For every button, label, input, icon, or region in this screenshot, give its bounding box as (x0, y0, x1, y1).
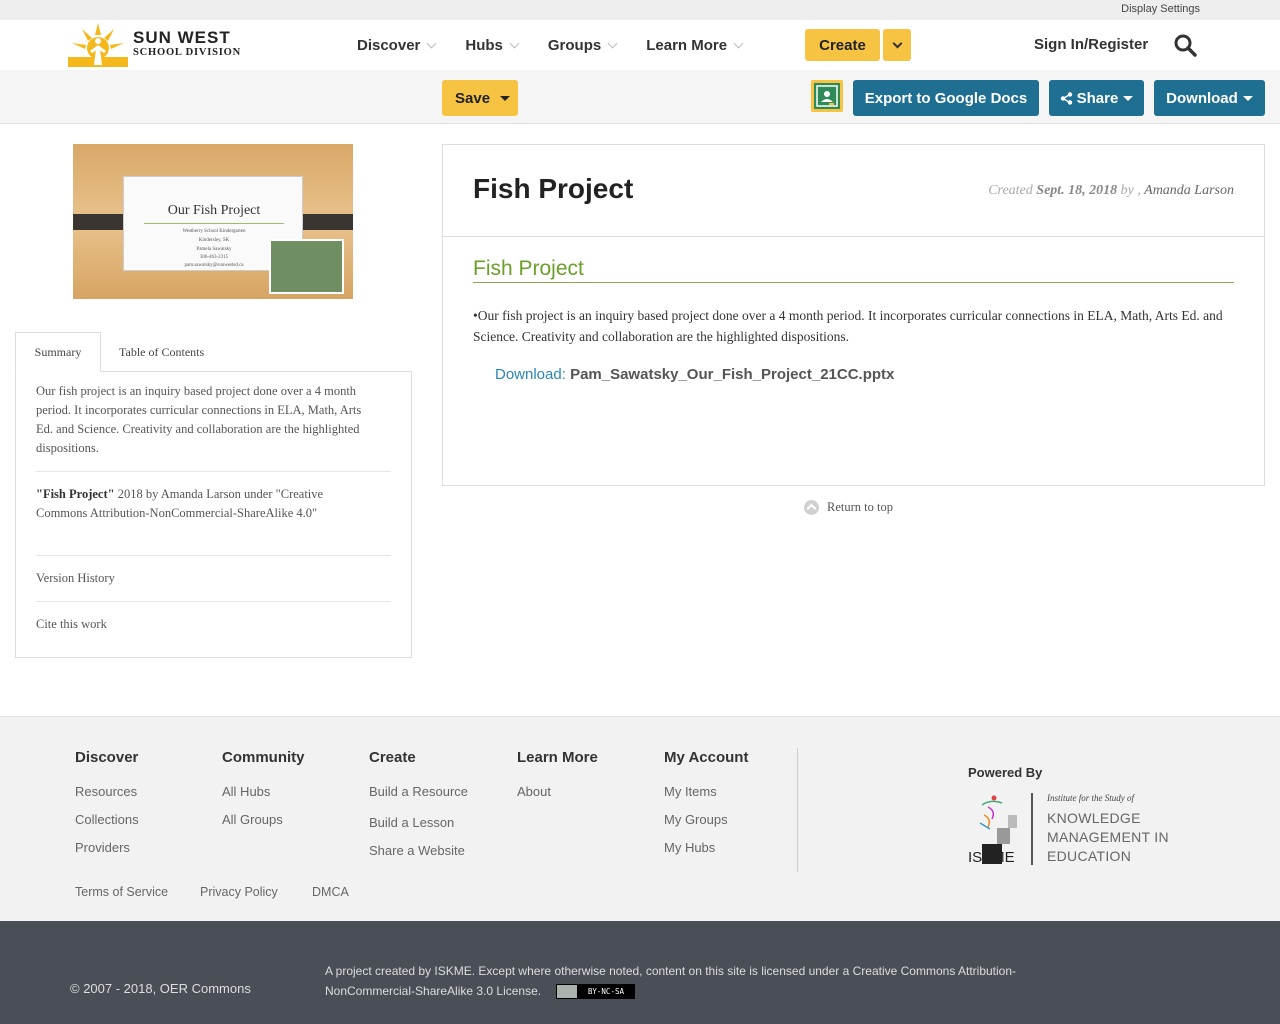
footer-link-providers[interactable]: Providers (75, 840, 139, 855)
search-icon[interactable] (1173, 33, 1197, 57)
license-text: A project created by ISKME. Except where… (325, 964, 1017, 1000)
caret-down-icon (1123, 95, 1134, 101)
powered-by-label: Powered By (968, 765, 1043, 780)
page-title: Fish Project (473, 173, 634, 204)
top-strip: Display Settings (0, 0, 1280, 20)
copyright: © 2007 - 2018, OER Commons (70, 981, 251, 996)
footer-col-discover: Discover Resources Collections Providers (75, 749, 139, 855)
version-history-link[interactable]: Version History (36, 571, 115, 586)
thumbnail-photo (269, 239, 344, 294)
caret-down-icon (1242, 95, 1253, 101)
google-classroom-icon (814, 83, 840, 109)
create-dropdown-button[interactable] (883, 29, 911, 61)
footer-col-create: Create Build a Resource Build a Lesson S… (369, 749, 468, 858)
footer-link-share-website[interactable]: Share a Website (369, 843, 468, 858)
download-button[interactable]: Download (1154, 80, 1265, 116)
nav-hubs[interactable]: Hubs (465, 37, 520, 54)
author-link[interactable]: Amanda Larson (1144, 183, 1234, 198)
nav-groups[interactable]: Groups (548, 37, 618, 54)
brand-line1: SUN WEST (133, 28, 231, 48)
attribution-text: "Fish Project" 2018 by Amanda Larson und… (36, 487, 324, 520)
site-footer: Discover Resources Collections Providers… (0, 716, 1280, 921)
resource-toolbar: Save Export to Google Docs Share Downloa… (0, 70, 1280, 124)
summary-tabs: Summary Table of Contents (15, 332, 412, 372)
cc-icon (557, 985, 578, 999)
cc-license-badge[interactable]: BY-NC-SA (556, 984, 636, 1000)
footer-link-collections[interactable]: Collections (75, 812, 139, 827)
iskme-logo[interactable]: ISKME Institute for the Study of KNOWLED… (968, 793, 1178, 868)
privacy-policy-link[interactable]: Privacy Policy (200, 885, 278, 899)
download-link[interactable]: Download: Pam_Sawatsky_Our_Fish_Project_… (495, 366, 894, 383)
sign-in-register-link[interactable]: Sign In/Register (1034, 36, 1148, 53)
footer-link-about[interactable]: About (517, 784, 598, 799)
arrow-up-circle-icon (804, 500, 819, 515)
brand-line2: SCHOOL DIVISION (133, 47, 241, 59)
chevron-down-icon (509, 38, 520, 48)
created-info: Created Sept. 18, 2018 by , Amanda Larso… (988, 183, 1234, 198)
resource-thumbnail[interactable]: Our Fish Project Westberry School Kinder… (73, 144, 353, 299)
footer-link-my-items[interactable]: My Items (664, 784, 748, 799)
footer-link-all-groups[interactable]: All Groups (222, 812, 305, 827)
footer-col-my-account: My Account My Items My Groups My Hubs (664, 749, 749, 855)
chevron-down-icon (733, 38, 744, 48)
summary-panel: Our fish project is an inquiry based pro… (15, 371, 412, 658)
section-title: Fish Project (473, 257, 1234, 283)
footer-link-my-groups[interactable]: My Groups (664, 812, 748, 827)
dmca-link[interactable]: DMCA (312, 885, 349, 899)
save-button[interactable]: Save (442, 80, 518, 116)
footer-link-my-hubs[interactable]: My Hubs (664, 840, 748, 855)
terms-of-service-link[interactable]: Terms of Service (75, 885, 168, 899)
display-settings-link[interactable]: Display Settings (1121, 3, 1200, 15)
tab-summary[interactable]: Summary (15, 332, 101, 372)
resource-header: Fish Project Created Sept. 18, 2018 by ,… (443, 145, 1264, 237)
footer-col-learn-more: Learn More About (517, 749, 598, 799)
footer-col-community: Community All Hubs All Groups (222, 749, 305, 827)
chevron-down-icon (426, 38, 437, 48)
resource-panel: Fish Project Created Sept. 18, 2018 by ,… (442, 144, 1265, 486)
sun-logo-icon (68, 23, 128, 67)
site-header: SUN WEST SCHOOL DIVISION Discover Hubs G… (0, 20, 1280, 70)
footer-link-resources[interactable]: Resources (75, 784, 139, 799)
footer-link-all-hubs[interactable]: All Hubs (222, 784, 305, 799)
summary-text: Our fish project is an inquiry based pro… (36, 384, 362, 455)
nav-learn-more[interactable]: Learn More (646, 37, 744, 54)
chevron-down-icon (607, 38, 618, 48)
return-to-top-link[interactable]: Return to top (804, 500, 893, 515)
footer-link-build-resource[interactable]: Build a Resource (369, 784, 468, 799)
resource-body: •Our fish project is an inquiry based pr… (473, 308, 1223, 344)
nav-discover[interactable]: Discover (357, 37, 437, 54)
google-classroom-button[interactable] (811, 80, 843, 112)
share-icon (1060, 91, 1072, 105)
cite-work-link[interactable]: Cite this work (36, 617, 107, 632)
tab-table-of-contents[interactable]: Table of Contents (119, 332, 204, 372)
sun-west-logo[interactable]: SUN WEST SCHOOL DIVISION (68, 20, 243, 68)
share-button[interactable]: Share (1049, 80, 1144, 116)
export-google-docs-button[interactable]: Export to Google Docs (853, 80, 1039, 116)
footer-link-build-lesson[interactable]: Build a Lesson (369, 815, 468, 830)
chevron-down-icon (892, 38, 902, 48)
caret-down-icon (500, 95, 511, 101)
main-nav: Discover Hubs Groups Learn More (357, 20, 772, 70)
bottom-bar: © 2007 - 2018, OER Commons A project cre… (0, 921, 1280, 1024)
create-button[interactable]: Create (805, 29, 880, 61)
